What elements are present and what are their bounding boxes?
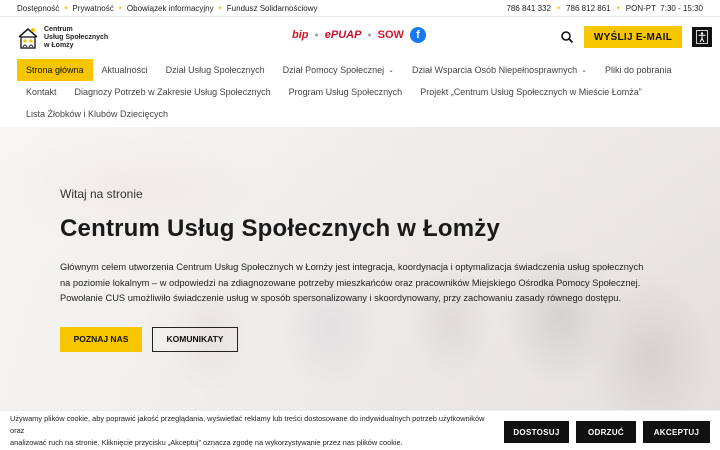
separator-dot: • (616, 3, 620, 13)
office-hours: PON-PT 7:30 - 15:30 (625, 3, 703, 13)
bip-link[interactable]: bip (292, 29, 309, 41)
sow-link[interactable]: SOW (378, 29, 404, 41)
nav-item-nurseries-list[interactable]: Lista Żłobków i Klubów Dziecięcych (17, 103, 177, 125)
cookie-accept-button[interactable]: AKCEPTUJ (643, 421, 710, 443)
nav-row-1: Strona główna Aktualności Dział Usług Sp… (17, 59, 703, 81)
nav-item-news[interactable]: Aktualności (93, 59, 157, 81)
phone-number-1[interactable]: 786 841 332 (506, 4, 551, 13)
chevron-down-icon: ⌄ (388, 67, 395, 74)
about-us-button[interactable]: POZNAJ NAS (60, 326, 142, 352)
phone-number-2[interactable]: 786 812 861 (566, 4, 611, 13)
partner-links: bip ● ePUAP ● SOW f (292, 27, 426, 43)
epuap-link[interactable]: ePUAP (325, 29, 362, 41)
hero-section: Witaj na stronie Centrum Usług Społeczny… (0, 127, 720, 450)
separator-dot: ● (314, 31, 319, 39)
separator-dot: • (118, 3, 122, 13)
main-navigation: Strona główna Aktualności Dział Usług Sp… (0, 59, 720, 125)
site-header: Centrum Usług Społecznych w Łomży bip ● … (0, 17, 720, 59)
nav-item-home[interactable]: Strona główna (17, 59, 93, 81)
facebook-icon[interactable]: f (409, 27, 426, 43)
separator-dot: • (556, 3, 561, 13)
cookie-banner: Używamy plików cookie, aby poprawić jako… (0, 410, 720, 450)
announcements-button[interactable]: KOMUNIKATY (152, 326, 238, 352)
hero-title: Centrum Usług Społecznych w Łomży (60, 215, 500, 242)
nav-item-needs-diagnosis[interactable]: Diagnozy Potrzeb w Zakresie Usług Społec… (66, 81, 280, 103)
contact-info: 786 841 332 • 786 812 861 • PON-PT 7:30 … (506, 3, 703, 13)
top-bar: Dostępność • Prywatność • Obowiązek info… (0, 0, 720, 17)
separator-dot: • (64, 3, 68, 13)
nav-row-2: Kontakt Diagnozy Potrzeb w Zakresie Usłu… (17, 81, 703, 103)
nav-item-social-services[interactable]: Dział Usług Społecznych (157, 59, 274, 81)
cookie-reject-button[interactable]: ODRZUĆ (576, 421, 636, 443)
information-obligation-link[interactable]: Obowiązek informacyjny (127, 4, 214, 13)
logo-text: Centrum Usług Społecznych w Łomży (44, 26, 109, 49)
search-icon[interactable] (560, 30, 574, 44)
hero-eyebrow: Witaj na stronie (60, 187, 143, 201)
privacy-link[interactable]: Prywatność (72, 4, 113, 13)
site-logo[interactable]: Centrum Usług Społecznych w Łomży (17, 26, 108, 50)
cookie-customize-button[interactable]: DOSTOSUJ (504, 421, 569, 443)
header-actions: WYŚLIJ E-MAIL (560, 26, 712, 48)
send-email-button[interactable]: WYŚLIJ E-MAIL (584, 26, 682, 48)
cookie-buttons: DOSTOSUJ ODRZUĆ AKCEPTUJ (504, 421, 710, 443)
nav-item-contact[interactable]: Kontakt (17, 81, 66, 103)
logo-house-icon (17, 26, 39, 50)
accessibility-link[interactable]: Dostępność (17, 4, 59, 13)
cookie-text: Używamy plików cookie, aby poprawić jako… (10, 413, 485, 447)
nav-item-disability-support[interactable]: Dział Wsparcia Osób Niepełnosprawnych ⌄ (403, 59, 596, 81)
nav-item-social-assistance[interactable]: Dział Pomocy Społecznej ⌄ (274, 59, 403, 81)
accessibility-icon[interactable] (692, 27, 712, 47)
separator-dot: ● (367, 31, 372, 39)
top-links: Dostępność • Prywatność • Obowiązek info… (17, 3, 318, 13)
hero-content: Witaj na stronie Centrum Usług Społeczny… (60, 187, 660, 352)
hero-buttons: POZNAJ NAS KOMUNIKATY (60, 326, 660, 352)
hero-description: Głównym celem utworzenia Centrum Usług S… (60, 262, 644, 303)
solidarity-fund-link[interactable]: Fundusz Solidarnościowy (227, 4, 318, 13)
nav-row-3: Lista Żłobków i Klubów Dziecięcych (17, 103, 703, 125)
nav-item-services-program[interactable]: Program Usług Społecznych (280, 81, 412, 103)
chevron-down-icon: ⌄ (581, 67, 587, 74)
nav-item-project[interactable]: Projekt „Centrum Usług Społecznych w Mie… (411, 81, 651, 103)
separator-dot: • (218, 3, 222, 13)
nav-item-downloads[interactable]: Pliki do pobrania (596, 59, 681, 81)
